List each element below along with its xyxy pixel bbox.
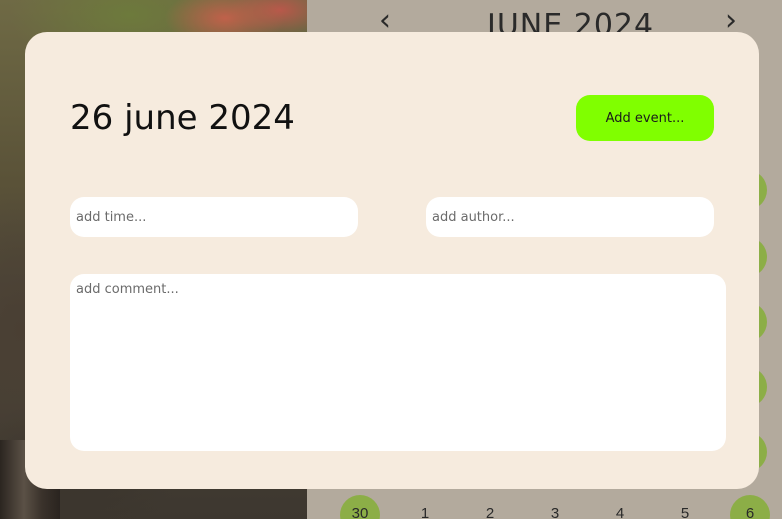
modal-date-title: 26 june 2024 [70,98,295,138]
calendar-day[interactable]: 4 [600,505,640,519]
calendar-day[interactable]: 2 [470,505,510,519]
calendar-header: ‹ JUNE 2024 › [307,0,782,44]
author-input[interactable] [426,197,714,237]
event-modal: 26 june 2024 Add event... [25,32,759,489]
comment-textarea[interactable] [70,274,726,451]
calendar-day[interactable]: 5 [665,505,705,519]
time-input[interactable] [70,197,358,237]
add-event-button[interactable]: Add event... [576,95,714,141]
calendar-day[interactable]: 30 [340,505,380,519]
calendar-day[interactable]: 3 [535,505,575,519]
calendar-day[interactable]: 6 [730,505,770,519]
calendar-day[interactable]: 1 [405,505,445,519]
